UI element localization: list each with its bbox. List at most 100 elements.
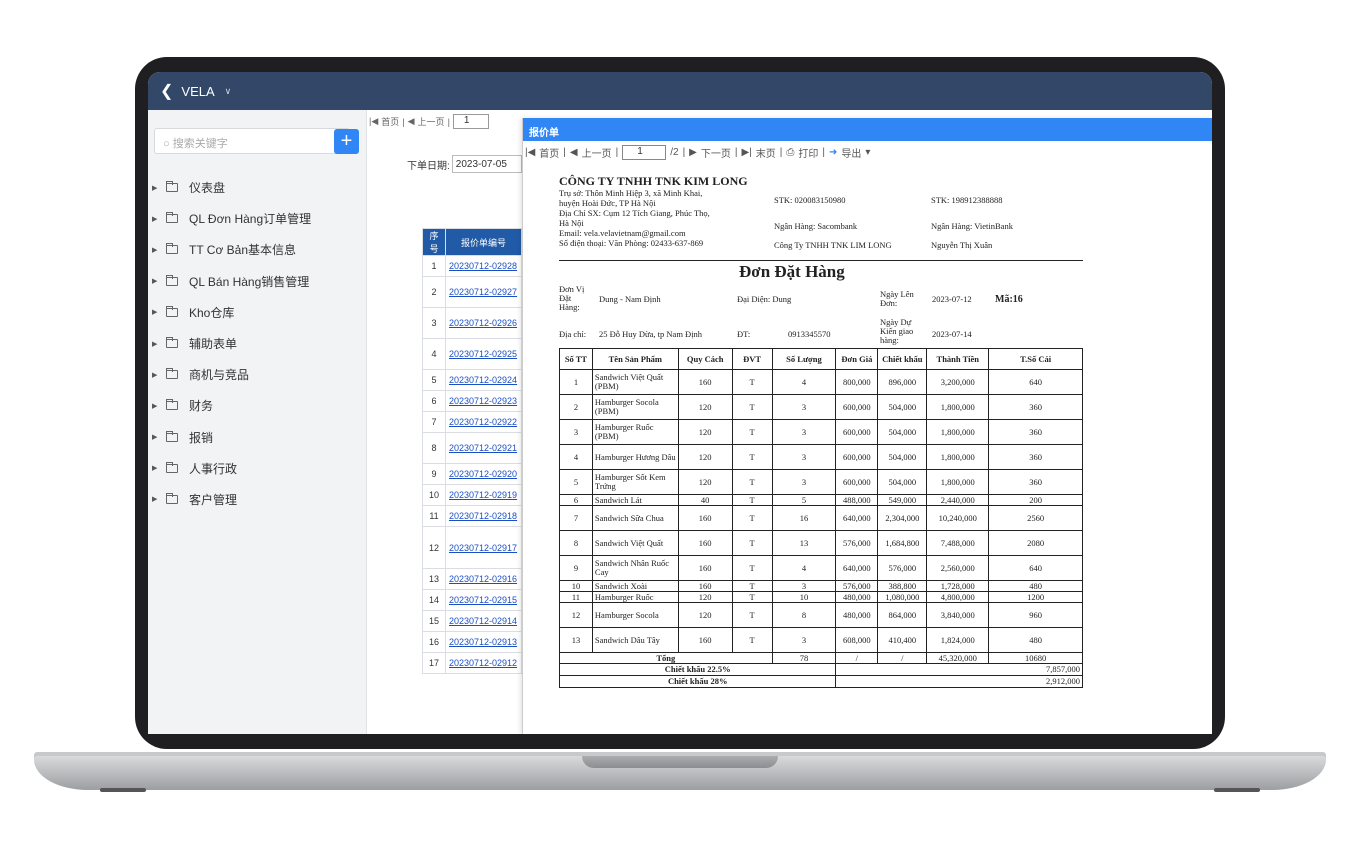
sidebar-item[interactable]: ▶ Kho仓库 bbox=[148, 297, 367, 328]
table-row[interactable]: 17 20230712-02912 bbox=[422, 652, 522, 674]
prev-page-button[interactable]: 上一页 bbox=[418, 115, 445, 128]
table-row[interactable]: 4 20230712-02925 bbox=[422, 338, 522, 370]
quote-code-link[interactable]: 20230712-02917 bbox=[449, 543, 517, 553]
representative: Đại Diện: Dung bbox=[737, 294, 792, 304]
first-page-icon[interactable]: |◀ bbox=[525, 147, 535, 158]
last-page-button[interactable]: 末页 bbox=[756, 145, 776, 160]
expand-arrow-icon[interactable]: ▶ bbox=[152, 433, 166, 441]
export-icon[interactable]: ➜ bbox=[829, 147, 837, 158]
folder-icon bbox=[166, 305, 178, 317]
print-button[interactable]: 打印 bbox=[798, 145, 818, 160]
table-row[interactable]: 15 20230712-02914 bbox=[422, 610, 522, 632]
quote-code-link[interactable]: 20230712-02918 bbox=[449, 511, 517, 521]
sidebar-item[interactable]: ▶ 仪表盘 bbox=[148, 172, 367, 203]
table-row[interactable]: 9 20230712-02920 bbox=[422, 463, 522, 485]
table-row[interactable]: 2 20230712-02927 bbox=[422, 276, 522, 308]
quote-code-link[interactable]: 20230712-02913 bbox=[449, 637, 517, 647]
row-number: 10 bbox=[422, 484, 446, 506]
document-title: Đơn Đặt Hàng bbox=[739, 262, 845, 281]
quote-code-link[interactable]: 20230712-02914 bbox=[449, 616, 517, 626]
quote-code-link[interactable]: 20230712-02924 bbox=[449, 375, 517, 385]
sidebar-item[interactable]: ▶ 辅助表单 bbox=[148, 328, 367, 359]
column-header-no[interactable]: 序号 bbox=[422, 228, 446, 256]
sidebar-item[interactable]: ▶ QL Bán Hàng销售管理 bbox=[148, 266, 367, 297]
expand-arrow-icon[interactable]: ▶ bbox=[152, 308, 166, 316]
next-page-icon[interactable]: ▶ bbox=[689, 147, 697, 158]
sidebar-item[interactable]: ▶ 客户管理 bbox=[148, 484, 367, 515]
expand-arrow-icon[interactable]: ▶ bbox=[152, 464, 166, 472]
page-input[interactable]: 1 bbox=[622, 144, 667, 160]
prev-page-icon[interactable]: ◀ bbox=[570, 147, 578, 158]
expand-arrow-icon[interactable]: ▶ bbox=[152, 184, 166, 192]
column-header-code[interactable]: 报价单编号 bbox=[445, 228, 522, 256]
back-chevron-icon[interactable]: ❮ bbox=[160, 81, 173, 101]
expand-arrow-icon[interactable]: ▶ bbox=[152, 495, 166, 503]
table-row[interactable]: 5 20230712-02924 bbox=[422, 369, 522, 391]
sidebar-item[interactable]: ▶ 财务 bbox=[148, 390, 367, 421]
table-row[interactable]: 7 20230712-02922 bbox=[422, 411, 522, 433]
add-button[interactable]: + bbox=[334, 129, 359, 154]
chevron-down-icon[interactable]: ▾ bbox=[865, 147, 870, 158]
quote-code-link[interactable]: 20230712-02919 bbox=[449, 490, 517, 500]
sidebar-item[interactable]: ▶ TT Cơ Bản基本信息 bbox=[148, 234, 367, 265]
sidebar-item-label: 商机与竞品 bbox=[189, 368, 250, 383]
table-row: 5 Hamburger Sốt Kem Trứng 120 T 3 600,000 504,… bbox=[559, 469, 1083, 495]
column-header: Chiết khấu bbox=[877, 348, 928, 370]
quote-code-link[interactable]: 20230712-02923 bbox=[449, 396, 517, 406]
quote-code-link[interactable]: 20230712-02926 bbox=[449, 318, 517, 328]
expand-arrow-icon[interactable]: ▶ bbox=[152, 402, 166, 410]
chevron-down-icon[interactable]: ∨ bbox=[225, 86, 232, 97]
order-date-value: 2023-07-12 bbox=[932, 294, 972, 304]
table-row: 2 Hamburger Socola (PBM) 120 T 3 600,000 504,0… bbox=[559, 394, 1083, 420]
prev-page-icon[interactable]: ◀ bbox=[408, 116, 415, 127]
table-cell: Sandwich Việt Quất bbox=[591, 530, 679, 556]
export-button[interactable]: 导出 bbox=[841, 145, 861, 160]
table-row[interactable]: 13 20230712-02916 bbox=[422, 568, 522, 590]
app-name[interactable]: VELA bbox=[181, 84, 214, 99]
table-cell: 488,000 bbox=[835, 494, 879, 506]
table-row[interactable]: 6 20230712-02923 bbox=[422, 390, 522, 412]
table-row[interactable]: 8 20230712-02921 bbox=[422, 432, 522, 464]
row-number: 12 bbox=[422, 526, 446, 569]
quote-code-link[interactable]: 20230712-02912 bbox=[449, 658, 517, 668]
quote-code-link[interactable]: 20230712-02915 bbox=[449, 595, 517, 605]
quote-code-link[interactable]: 20230712-02921 bbox=[449, 443, 517, 453]
sidebar-item[interactable]: ▶ 人事行政 bbox=[148, 453, 367, 484]
expand-arrow-icon[interactable]: ▶ bbox=[152, 215, 166, 223]
first-page-button[interactable]: 首页 bbox=[381, 115, 399, 128]
expand-arrow-icon[interactable]: ▶ bbox=[152, 340, 166, 348]
quote-code-link[interactable]: 20230712-02916 bbox=[449, 574, 517, 584]
print-icon[interactable]: ⎙ bbox=[786, 147, 794, 158]
table-row[interactable]: 1 20230712-02928 bbox=[422, 255, 522, 277]
table-row[interactable]: 3 20230712-02926 bbox=[422, 307, 522, 339]
table-row[interactable]: 16 20230712-02913 bbox=[422, 631, 522, 653]
sidebar-item[interactable]: ▶ QL Đơn Hàng订单管理 bbox=[148, 203, 367, 234]
first-page-button[interactable]: 首页 bbox=[539, 145, 559, 160]
expand-arrow-icon[interactable]: ▶ bbox=[152, 277, 166, 285]
sidebar-item[interactable]: ▶ 商机与竞品 bbox=[148, 359, 367, 390]
next-page-button[interactable]: 下一页 bbox=[701, 145, 731, 160]
quote-code-link[interactable]: 20230712-02922 bbox=[449, 417, 517, 427]
search-input[interactable]: ○ 搜索关键字 bbox=[154, 128, 350, 154]
quote-code-link[interactable]: 20230712-02920 bbox=[449, 469, 517, 479]
table-row[interactable]: 12 20230712-02917 bbox=[422, 526, 522, 569]
expand-arrow-icon[interactable]: ▶ bbox=[152, 246, 166, 254]
date-input[interactable]: 2023-07-05 bbox=[451, 155, 522, 173]
table-row[interactable]: 14 20230712-02915 bbox=[422, 589, 522, 611]
table-row[interactable]: 11 20230712-02918 bbox=[422, 505, 522, 527]
last-page-icon[interactable]: ▶| bbox=[741, 147, 751, 158]
prev-page-button[interactable]: 上一页 bbox=[582, 145, 612, 160]
quote-code-link[interactable]: 20230712-02928 bbox=[449, 261, 517, 271]
first-page-icon[interactable]: |◀ bbox=[369, 116, 378, 127]
quote-code-link[interactable]: 20230712-02925 bbox=[449, 349, 517, 359]
table-row[interactable]: 10 20230712-02919 bbox=[422, 484, 522, 506]
column-header: Thành Tiền bbox=[926, 348, 990, 370]
sidebar-item[interactable]: ▶ 报销 bbox=[148, 422, 367, 453]
table-cell: 2,560,000 bbox=[926, 555, 990, 581]
table-cell: 576,000 bbox=[877, 555, 928, 581]
table-cell: 800,000 bbox=[835, 369, 879, 395]
laptop-foot bbox=[100, 788, 146, 792]
page-input[interactable]: 1 bbox=[452, 114, 489, 129]
quote-code-link[interactable]: 20230712-02927 bbox=[449, 287, 517, 297]
expand-arrow-icon[interactable]: ▶ bbox=[152, 371, 166, 379]
